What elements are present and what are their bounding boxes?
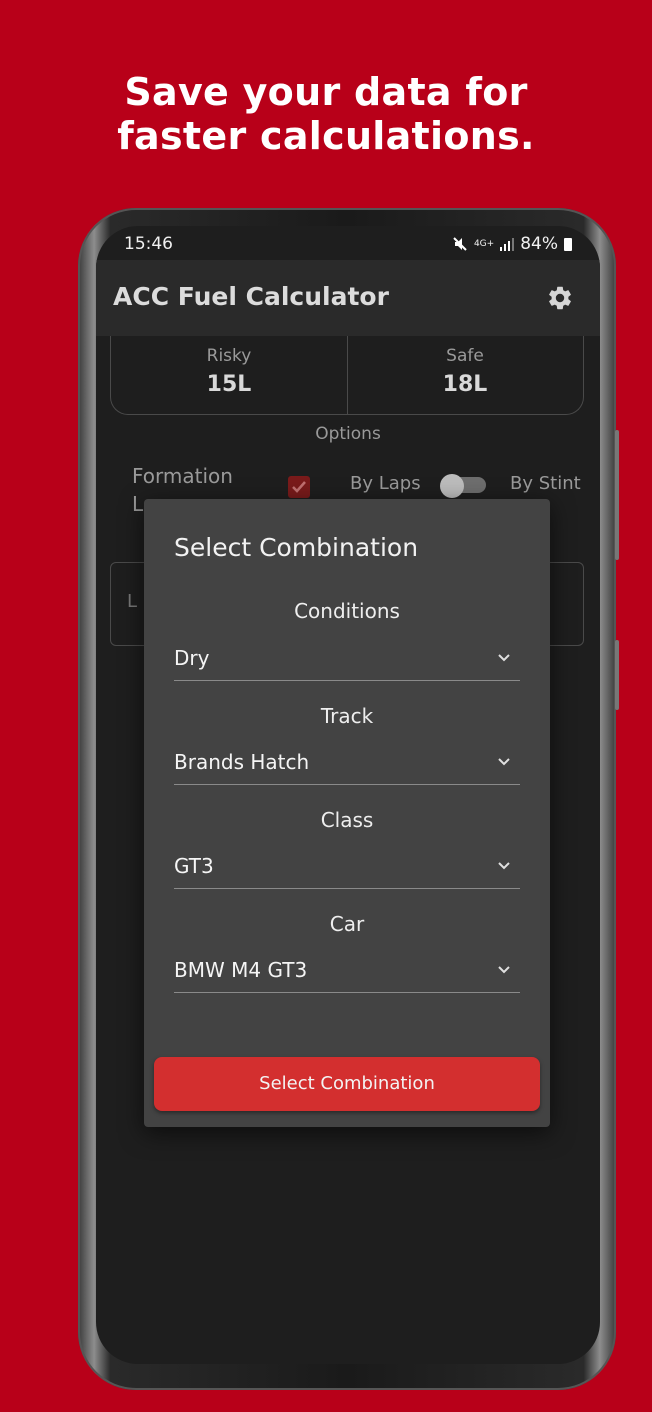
- track-select[interactable]: Brands Hatch: [174, 744, 520, 785]
- chevron-down-icon: [498, 654, 510, 662]
- app-bar: ACC Fuel Calculator: [96, 260, 600, 336]
- chevron-down-icon: [498, 966, 510, 974]
- risky-value: 15L: [206, 372, 252, 397]
- formation-lap-checkbox[interactable]: [288, 476, 310, 498]
- safe-value: 18L: [442, 372, 488, 397]
- chevron-down-icon: [498, 758, 510, 766]
- by-laps-label: By Laps: [350, 473, 421, 494]
- class-value: GT3: [174, 854, 214, 878]
- car-value: BMW M4 GT3: [174, 958, 308, 982]
- car-label: Car: [329, 912, 365, 936]
- headline: Save your data for faster calculations.: [0, 70, 652, 158]
- conditions-value: Dry: [174, 646, 210, 670]
- by-stint-label: By Stint: [510, 473, 581, 494]
- headline-line-2: faster calculations.: [117, 114, 535, 158]
- signal-icon: [500, 238, 515, 251]
- dialog-title: Select Combination: [174, 533, 419, 562]
- chevron-down-icon: [498, 862, 510, 870]
- select-combination-dialog: Select Combination Conditions Dry Track …: [144, 499, 550, 1127]
- check-icon: [292, 481, 306, 493]
- risky-result: Risky 15L: [111, 346, 347, 397]
- status-icons: 4G+ 84%: [452, 234, 572, 254]
- formation-label-line-1: Formation: [132, 464, 233, 488]
- phone-side-button-upper: [615, 430, 619, 560]
- safe-label: Safe: [446, 346, 484, 366]
- fuel-results-card: Risky 15L Safe 18L: [110, 336, 584, 415]
- status-time: 15:46: [124, 234, 173, 254]
- laps-stint-toggle[interactable]: [440, 474, 486, 498]
- network-type-label: 4G+: [473, 239, 495, 249]
- toggle-thumb: [440, 474, 464, 498]
- class-select[interactable]: GT3: [174, 848, 520, 889]
- car-select[interactable]: BMW M4 GT3: [174, 952, 520, 993]
- track-label: Track: [320, 704, 374, 728]
- status-bar: 15:46 4G+ 84%: [96, 226, 600, 260]
- class-label: Class: [320, 808, 374, 832]
- track-value: Brands Hatch: [174, 750, 310, 774]
- safe-result: Safe 18L: [347, 346, 583, 397]
- headline-line-1: Save your data for: [124, 70, 528, 114]
- laps-input-label: L: [127, 591, 138, 612]
- battery-percent: 84%: [520, 234, 558, 254]
- phone-side-button-lower: [615, 640, 619, 710]
- battery-icon: [564, 237, 572, 251]
- gear-icon[interactable]: [546, 284, 574, 312]
- phone-screen: 15:46 4G+ 84% ACC Fuel Calculator Risky: [96, 226, 600, 1364]
- risky-label: Risky: [206, 346, 252, 366]
- app-title: ACC Fuel Calculator: [113, 282, 389, 311]
- conditions-select[interactable]: Dry: [174, 640, 520, 681]
- options-title: Options: [315, 424, 381, 444]
- select-combination-button[interactable]: Select Combination: [154, 1057, 540, 1111]
- mute-icon: [453, 237, 467, 251]
- conditions-label: Conditions: [294, 599, 400, 623]
